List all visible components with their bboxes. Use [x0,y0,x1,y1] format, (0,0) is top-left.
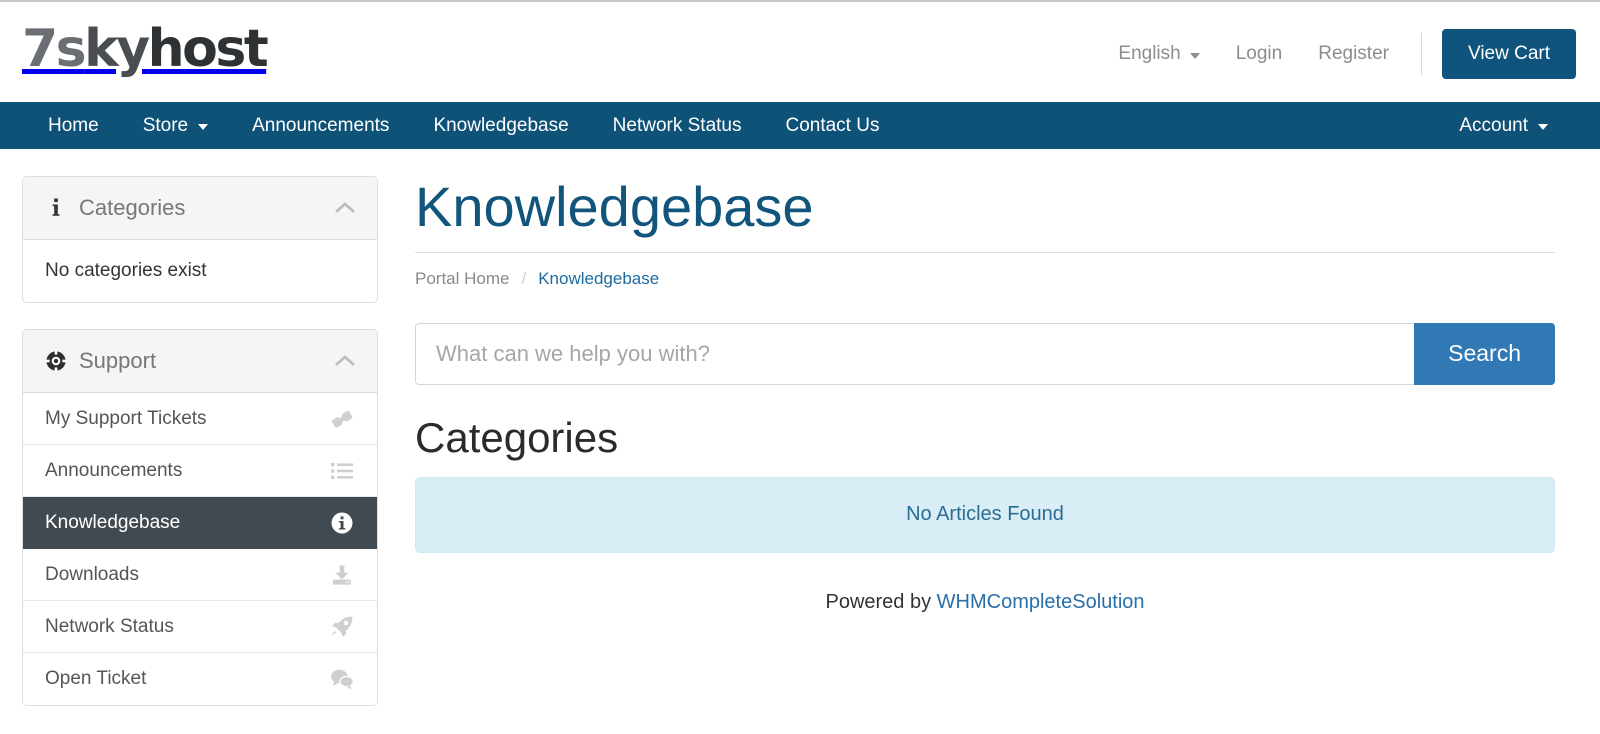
info-circle-icon [329,510,355,536]
powered-by-label: Powered by [825,590,937,613]
knowledgebase-search-form: Search [415,322,1555,385]
support-panel: Support My Support Tickets Announcements… [22,329,378,706]
support-panel-title: Support [79,348,157,373]
no-articles-alert: No Articles Found [415,476,1555,553]
header-divider [1420,33,1422,75]
breadcrumb: Portal Home / Knowledgebase [415,269,1555,289]
logo-segment-2: ky [84,19,150,79]
categories-panel-header[interactable]: Categories [23,177,377,240]
language-label: English [1118,43,1181,64]
logo-segment-3: host [147,19,269,79]
search-button[interactable]: Search [1414,322,1555,385]
breadcrumb-portal-home[interactable]: Portal Home [415,269,509,289]
nav-item-home[interactable]: Home [26,102,121,149]
header-utility-nav: English Login Register View Cart [1100,28,1576,80]
comments-icon [329,666,355,692]
nav-label: Store [142,114,189,136]
info-icon [45,198,67,218]
breadcrumb-current[interactable]: Knowledgebase [538,269,659,289]
powered-by-footer: Powered by WHMCompleteSolution [415,591,1555,614]
sidebar: Categories No categories exist Support M… [22,176,378,732]
nav-label: Contact Us [785,114,880,136]
nav-secondary-items: Account [1437,102,1600,149]
nav-item-store[interactable]: Store [121,102,230,149]
nav-item-network-status[interactable]: Network Status [591,102,764,149]
sidebar-item-announcements[interactable]: Announcements [23,445,377,497]
list-icon [329,458,355,484]
whmcs-link[interactable]: WHMCompleteSolution [937,591,1145,613]
register-link[interactable]: Register [1300,43,1407,65]
sidebar-item-label: My Support Tickets [45,407,207,429]
nav-label: Home [48,114,99,136]
sidebar-item-label: Network Status [45,615,174,637]
nav-item-announcements[interactable]: Announcements [230,102,411,149]
search-input[interactable] [415,322,1415,385]
language-selector[interactable]: English [1100,43,1217,65]
nav-primary-items: Home Store Announcements Knowledgebase N… [0,102,901,149]
nav-item-knowledgebase[interactable]: Knowledgebase [411,102,590,149]
no-articles-message: No Articles Found [906,503,1064,526]
sidebar-item-label: Knowledgebase [45,511,181,533]
page-root: 7skyhost English Login Register View Car… [0,0,1600,734]
logo-segment-1: 7s [22,19,87,79]
nav-item-contact-us[interactable]: Contact Us [763,102,901,149]
download-icon [329,562,355,588]
logo-wordmark: 7skyhost [22,23,269,75]
sidebar-item-label: Downloads [45,563,139,585]
caret-down-icon [1189,52,1200,59]
nav-label: Knowledgebase [433,114,569,136]
main-navigation: Home Store Announcements Knowledgebase N… [0,102,1600,149]
sidebar-item-downloads[interactable]: Downloads [23,549,377,601]
main-content: Knowledgebase Portal Home / Knowledgebas… [415,176,1555,614]
sidebar-item-my-support-tickets[interactable]: My Support Tickets [23,393,377,445]
breadcrumb-separator: / [521,268,527,288]
sidebar-item-network-status[interactable]: Network Status [23,601,377,653]
sidebar-item-label: Open Ticket [45,668,147,689]
nav-item-account[interactable]: Account [1437,102,1570,149]
nav-label: Account [1459,114,1528,136]
title-divider [415,251,1555,253]
categories-heading: Categories [415,413,619,461]
ticket-icon [329,406,355,432]
login-link[interactable]: Login [1218,43,1301,65]
sidebar-item-open-ticket[interactable]: Open Ticket [23,653,377,705]
sidebar-item-label: Announcements [45,459,183,481]
site-logo[interactable]: 7skyhost [22,18,269,80]
categories-empty-message: No categories exist [45,260,207,281]
nav-label: Announcements [252,114,390,136]
categories-panel: Categories No categories exist [22,176,378,303]
chevron-down-icon [198,124,209,130]
rocket-icon [329,614,355,640]
chevron-up-icon[interactable] [335,198,355,218]
site-header: 7skyhost English Login Register View Car… [0,2,1600,102]
page-title: Knowledgebase [415,175,814,238]
chevron-down-icon [1538,124,1548,130]
view-cart-button[interactable]: View Cart [1441,29,1576,79]
lifebuoy-icon [45,350,67,372]
chevron-up-icon[interactable] [335,351,355,371]
nav-label: Network Status [612,114,742,136]
support-panel-header[interactable]: Support [23,330,377,393]
sidebar-item-knowledgebase[interactable]: Knowledgebase [23,497,377,549]
categories-panel-title: Categories [79,195,186,220]
support-links-list: My Support Tickets Announcements Knowled… [23,393,377,705]
